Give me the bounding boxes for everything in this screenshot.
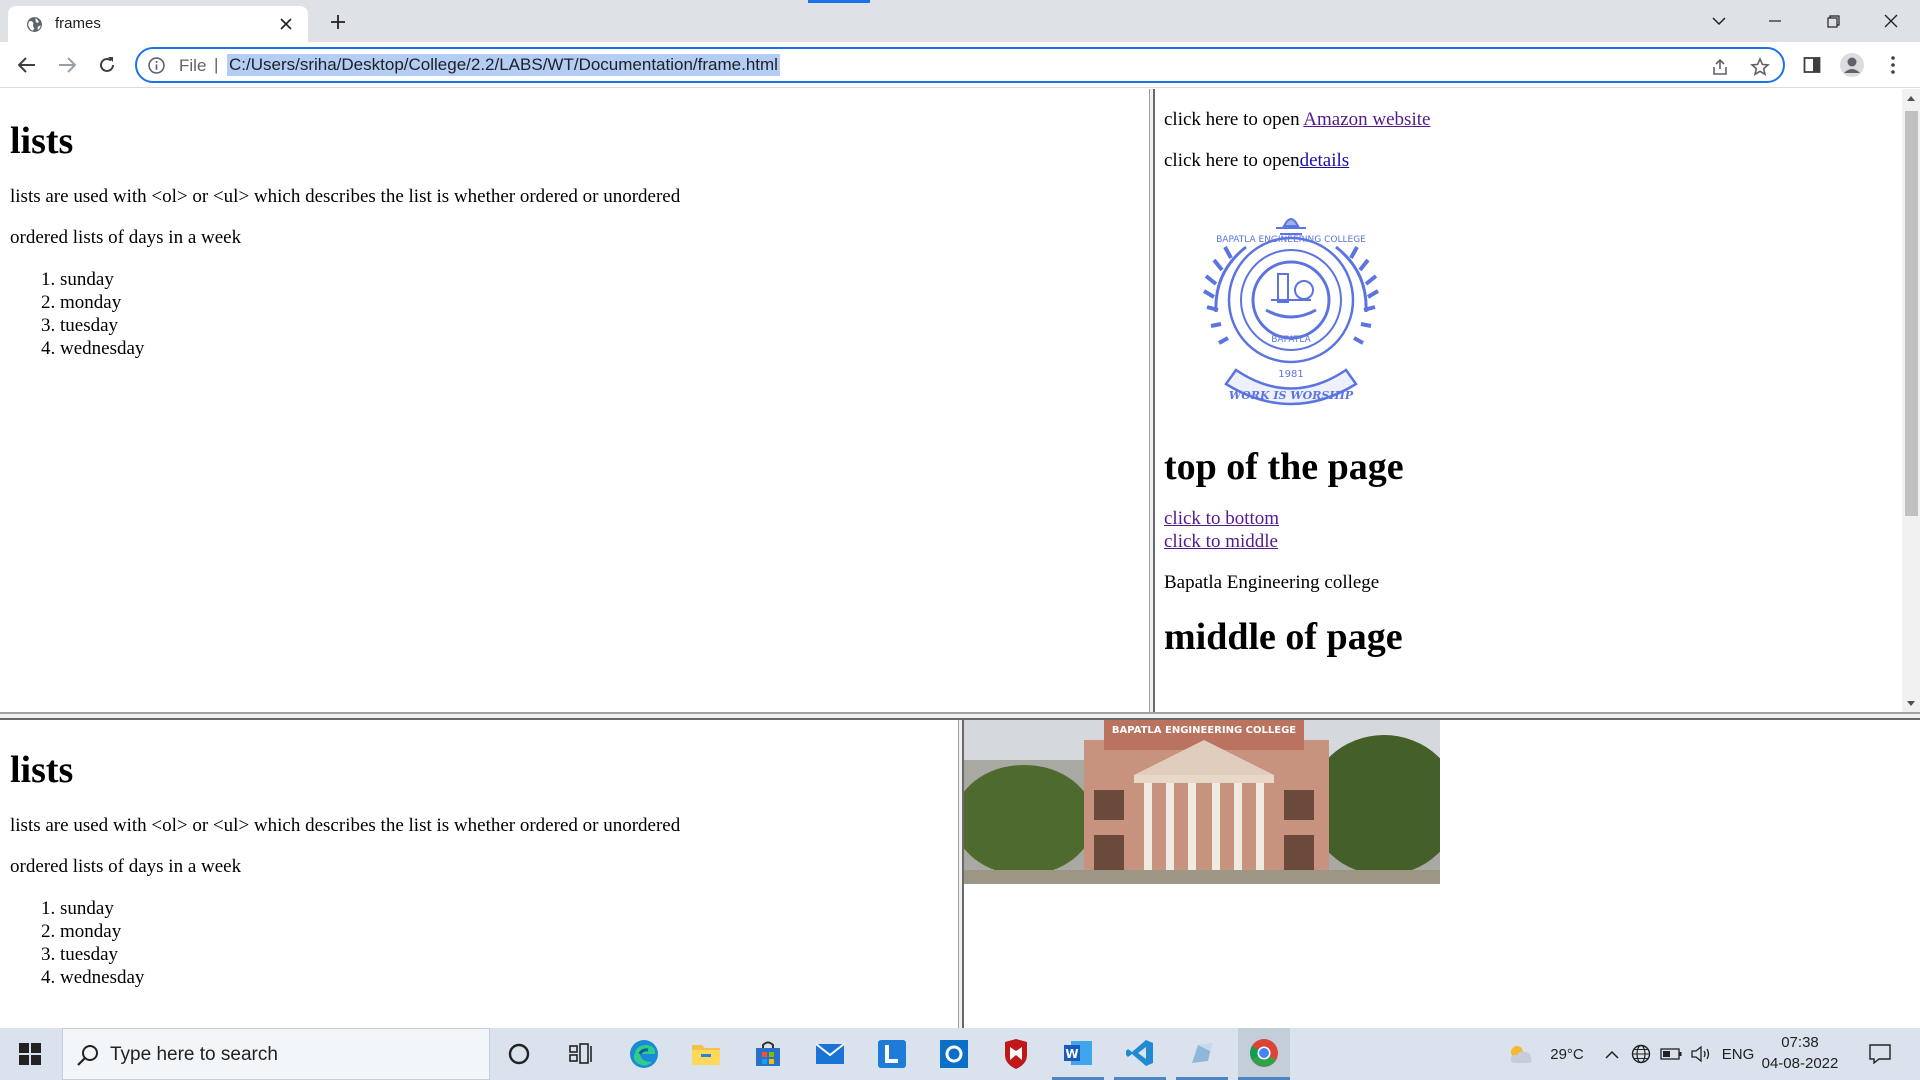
url-text[interactable]: C:/Users/sriha/Desktop/College/2.2/LABS/… <box>227 54 780 76</box>
volume-icon[interactable] <box>1688 1028 1714 1080</box>
list-item: sunday <box>60 897 948 920</box>
new-tab-icon[interactable] <box>324 8 352 36</box>
list-item: sunday <box>60 268 1139 291</box>
edge-icon[interactable] <box>618 1028 670 1080</box>
profile-avatar-icon[interactable] <box>1835 48 1869 82</box>
network-globe-icon[interactable] <box>1628 1028 1654 1080</box>
intro-text: lists are used with <ol> or <ul> which d… <box>10 186 681 207</box>
page-heading: lists <box>10 749 74 791</box>
click-to-bottom-link[interactable]: click to bottom <box>1164 508 1279 529</box>
college-seal-logo: BAPATLA ENGINEERING COLLEGE BAPATLA 1981… <box>1202 218 1380 406</box>
days-list: sunday monday tuesday wednesday <box>10 268 1139 360</box>
taskbar-search-box[interactable]: Type here to search <box>62 1028 490 1080</box>
mail-icon[interactable] <box>804 1028 856 1080</box>
cortana-icon[interactable] <box>494 1028 544 1080</box>
bookmark-star-icon[interactable] <box>1749 56 1771 78</box>
url-scheme: File <box>179 56 207 75</box>
clock-date: 04-08-2022 <box>1761 1055 1839 1072</box>
seal-year: 1981 <box>1278 369 1303 380</box>
tab-search-chevron-icon[interactable] <box>1696 4 1742 38</box>
windows-taskbar: Type here to search W 29°C ENG 07:38 04-… <box>0 1028 1920 1080</box>
page-heading: lists <box>10 120 74 162</box>
desktop: frames File | C:/Users/sriha/Desktop/Col… <box>0 0 1920 1080</box>
l-app-icon[interactable] <box>866 1028 918 1080</box>
mcafee-icon[interactable] <box>990 1028 1042 1080</box>
list-item: tuesday <box>60 943 948 966</box>
info-icon[interactable] <box>148 57 165 74</box>
taskbar-search-placeholder: Type here to search <box>110 1044 278 1065</box>
amazon-line: click here to open Amazon website <box>1164 109 1910 131</box>
details-link[interactable]: details <box>1300 150 1350 171</box>
svg-text:W: W <box>1065 1047 1078 1061</box>
scroll-up-arrow-icon[interactable] <box>1902 89 1920 107</box>
details-line: click here to opendetails <box>1164 150 1910 172</box>
taskbar-clock[interactable]: 07:38 04-08-2022 <box>1746 1032 1854 1074</box>
share-icon[interactable] <box>1709 56 1731 78</box>
anchor-links: click to bottom click to middle <box>1164 507 1910 553</box>
browser-toolbar: File | C:/Users/sriha/Desktop/College/2.… <box>0 42 1920 88</box>
amazon-link[interactable]: Amazon website <box>1303 109 1430 130</box>
subheading-text: ordered lists of days in a week <box>10 227 242 248</box>
notification-center-icon[interactable] <box>1860 1028 1900 1080</box>
chrome-icon[interactable] <box>1238 1028 1290 1080</box>
battery-icon[interactable] <box>1658 1028 1684 1080</box>
frame-top-left: lists lists are used with <ol> or <ul> w… <box>0 89 1149 712</box>
weather-icon[interactable] <box>1505 1028 1537 1080</box>
list-item: wednesday <box>60 337 1139 360</box>
subheading-text: ordered lists of days in a week <box>10 856 242 877</box>
search-icon <box>77 1045 98 1066</box>
file-explorer-icon[interactable] <box>680 1028 732 1080</box>
tab-strip: frames <box>0 0 1920 42</box>
middle-of-page-heading: middle of page <box>1164 616 1403 658</box>
tab-close-icon[interactable] <box>276 14 296 34</box>
frame-top-right: click here to open Amazon website click … <box>1155 89 1920 712</box>
weather-temperature[interactable]: 29°C <box>1542 1028 1592 1080</box>
vscode-icon[interactable] <box>1114 1028 1166 1080</box>
reload-icon[interactable] <box>90 48 124 82</box>
show-hidden-icons-chevron-icon[interactable] <box>1600 1028 1624 1080</box>
word-icon[interactable]: W <box>1052 1028 1104 1080</box>
store-icon[interactable] <box>742 1028 794 1080</box>
frame-divider-horizontal[interactable] <box>0 712 1920 720</box>
seal-inner-text: BAPATLA <box>1271 335 1311 345</box>
url-separator: | <box>214 55 219 74</box>
intro-text: lists are used with <ol> or <ul> which d… <box>10 815 681 836</box>
top-of-page-heading: top of the page <box>1164 446 1404 488</box>
clock-time: 07:38 <box>1781 1034 1819 1051</box>
drag-indicator <box>808 0 870 3</box>
scroll-thumb[interactable] <box>1905 111 1918 516</box>
details-prefix: click here to open <box>1164 150 1300 171</box>
frame-scrollbar[interactable] <box>1902 89 1920 712</box>
photo-banner-text: BAPATLA ENGINEERING COLLEGE <box>1112 725 1296 736</box>
college-building-photo: BAPATLA ENGINEERING COLLEGE <box>964 720 1440 884</box>
address-bar[interactable]: File | C:/Users/sriha/Desktop/College/2.… <box>135 47 1785 83</box>
list-item: monday <box>60 291 1139 314</box>
frame-bottom-right: BAPATLA ENGINEERING COLLEGE <box>964 720 1920 1028</box>
click-to-middle-link[interactable]: click to middle <box>1164 531 1278 552</box>
outlook-icon[interactable] <box>928 1028 980 1080</box>
seal-motto: WORK IS WORSHIP <box>1229 389 1354 402</box>
windows-start-icon[interactable] <box>0 1028 60 1080</box>
tab-title: frames <box>55 15 101 32</box>
list-item: wednesday <box>60 966 948 989</box>
amazon-prefix: click here to open <box>1164 109 1304 130</box>
list-item: monday <box>60 920 948 943</box>
seal-ring-text: BAPATLA ENGINEERING COLLEGE <box>1216 235 1366 245</box>
list-item: tuesday <box>60 314 1139 337</box>
frame-bottom-left: lists lists are used with <ol> or <ul> w… <box>0 720 958 1028</box>
back-icon[interactable] <box>10 48 44 82</box>
app-icon[interactable] <box>1176 1028 1228 1080</box>
scroll-down-arrow-icon[interactable] <box>1902 694 1920 712</box>
minimize-icon[interactable] <box>1752 4 1798 38</box>
menu-kebab-icon[interactable] <box>1876 48 1910 82</box>
forward-icon[interactable] <box>50 48 84 82</box>
side-panel-icon[interactable] <box>1795 48 1829 82</box>
college-name-text: Bapatla Engineering college <box>1164 572 1380 593</box>
globe-icon <box>27 17 42 32</box>
task-view-icon[interactable] <box>556 1028 606 1080</box>
restore-icon[interactable] <box>1810 4 1856 38</box>
browser-tab[interactable]: frames <box>8 6 308 42</box>
close-window-icon[interactable] <box>1868 4 1914 38</box>
days-list: sunday monday tuesday wednesday <box>10 897 948 989</box>
